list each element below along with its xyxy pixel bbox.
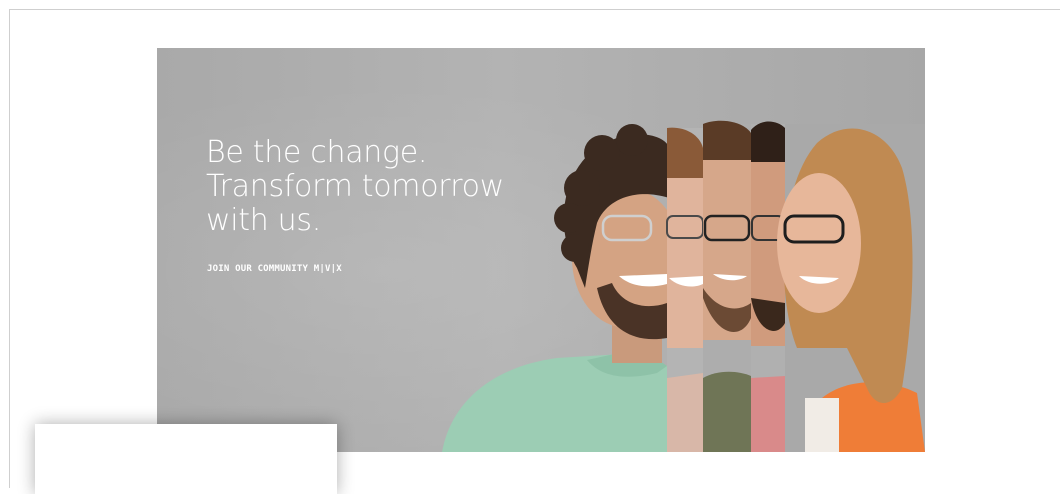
portrait-strip-5 <box>777 124 925 452</box>
portrait-strip-1 <box>442 124 682 452</box>
overlay-card <box>35 424 337 494</box>
hero-banner: Be the change. Transform tomorrow with u… <box>157 48 925 452</box>
portrait-strip-2 <box>666 127 704 452</box>
portrait-strip-4 <box>751 121 785 452</box>
portrait-strip-3 <box>703 120 751 452</box>
portrait-collage-image <box>442 120 925 452</box>
